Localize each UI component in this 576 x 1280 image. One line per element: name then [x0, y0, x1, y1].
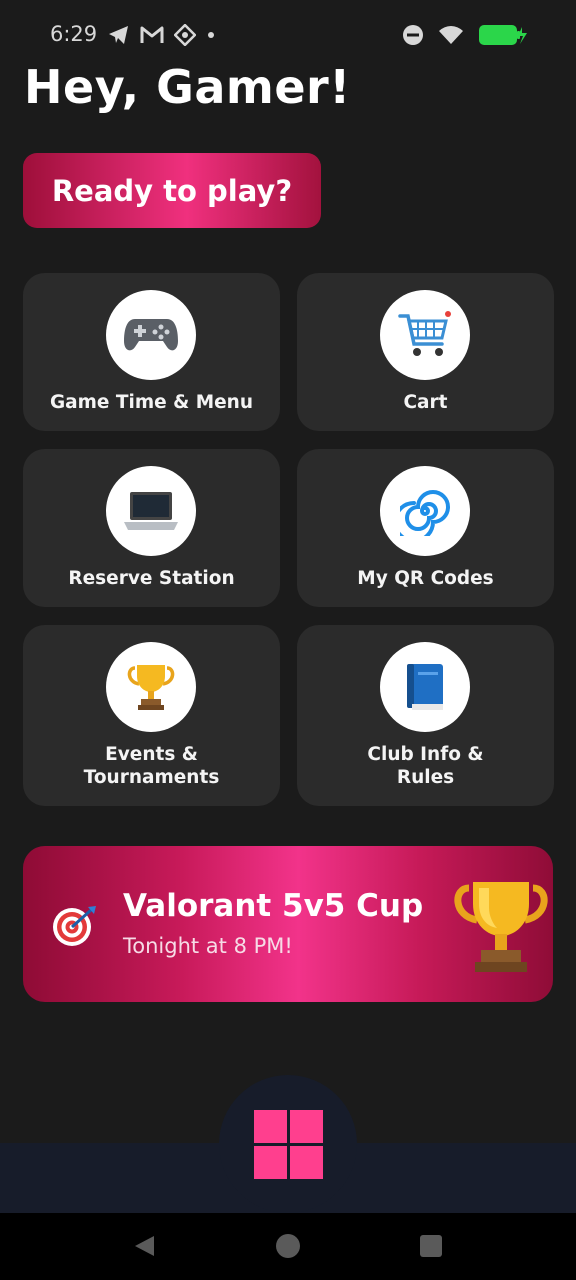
tile-label-line2: Tournaments [83, 767, 220, 788]
gmail-icon [140, 26, 164, 43]
home-icon[interactable] [275, 1233, 301, 1259]
laptop-icon [124, 492, 178, 530]
banner-subtitle: Tonight at 8 PM! [123, 934, 293, 958]
tile-club-info-rules[interactable]: Club Info & Rules [297, 625, 554, 806]
tile-label-line1: Events & [105, 744, 198, 765]
book-icon [407, 664, 443, 710]
trophy-icon [127, 665, 175, 710]
dot-icon [208, 32, 214, 38]
tile-events-tournaments[interactable]: Events & Tournaments [23, 625, 280, 806]
banner-title: Valorant 5v5 Cup [123, 888, 424, 924]
tile-label: Reserve Station [68, 568, 235, 589]
tile-icon-circle [380, 290, 470, 380]
battery-charging-icon [479, 25, 527, 45]
system-icons [402, 24, 528, 46]
tile-game-time-menu[interactable]: Game Time & Menu [23, 273, 280, 431]
tile-icon-circle [106, 290, 196, 380]
tile-label: Club Info & Rules [297, 743, 554, 789]
wifi-icon [439, 26, 463, 44]
tile-icon-circle [106, 642, 196, 732]
notification-icons [108, 24, 216, 46]
do-not-disturb-icon [403, 25, 423, 45]
tile-icon-circle [106, 466, 196, 556]
tile-icon-circle [380, 642, 470, 732]
status-time: 6:29 [50, 22, 98, 46]
swirl-icon [400, 490, 450, 536]
gamepad-icon [124, 319, 178, 351]
tile-label: My QR Codes [357, 568, 494, 589]
shopping-cart-icon [398, 311, 451, 356]
tile-label: Game Time & Menu [49, 392, 254, 413]
grid-square [254, 1146, 287, 1179]
tile-label-line1: Club Info & [367, 744, 484, 765]
target-icon [53, 906, 96, 946]
ready-to-play-button[interactable]: Ready to play? [23, 153, 321, 228]
tile-label: Events & Tournaments [23, 743, 280, 789]
telegram-icon [109, 26, 128, 44]
tile-my-qr-codes[interactable]: My QR Codes [297, 449, 554, 607]
trophy-icon [454, 882, 548, 972]
tile-label: Cart [403, 392, 448, 413]
tile-cart[interactable]: Cart [297, 273, 554, 431]
tile-label-line2: Rules [396, 767, 455, 788]
page-title: Hey, Gamer! [24, 60, 351, 114]
home-grid-button[interactable] [254, 1110, 323, 1179]
tile-icon-circle [380, 466, 470, 556]
grid-square [254, 1110, 287, 1143]
event-banner[interactable]: Valorant 5v5 Cup Tonight at 8 PM! [23, 846, 553, 1002]
grid-square [290, 1146, 323, 1179]
recents-icon[interactable] [419, 1233, 443, 1259]
system-navigation-bar [0, 1213, 576, 1280]
grid-square [290, 1110, 323, 1143]
app-icon [174, 24, 196, 46]
tile-reserve-station[interactable]: Reserve Station [23, 449, 280, 607]
back-icon[interactable] [132, 1233, 158, 1259]
